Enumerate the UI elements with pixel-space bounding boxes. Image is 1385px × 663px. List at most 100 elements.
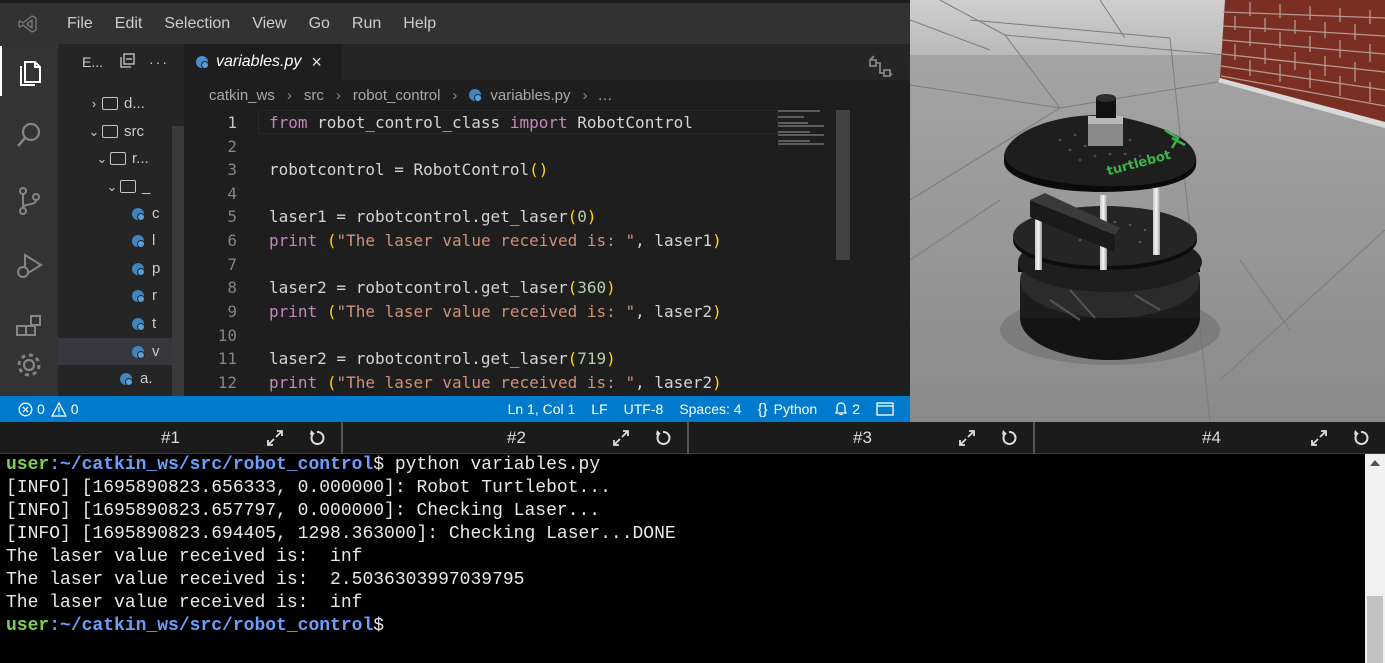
tree-label: c	[152, 205, 160, 222]
problems-indicator[interactable]: 0 0	[18, 401, 79, 417]
activity-bar	[0, 44, 58, 396]
bracket: )	[712, 301, 722, 321]
collapse-all-icon[interactable]	[119, 52, 135, 72]
indentation[interactable]: Spaces: 4	[679, 401, 741, 417]
line-number: 12	[217, 372, 237, 392]
maximize-icon[interactable]	[611, 428, 631, 453]
menu-selection[interactable]: Selection	[153, 4, 241, 44]
code-line-12: 12 print ("The laser value received is: …	[184, 370, 844, 394]
tree-folder-underscore[interactable]: ⌄ _	[58, 173, 184, 200]
python-file-icon	[120, 372, 133, 386]
line-number: 5	[227, 206, 237, 226]
keyword: print	[269, 301, 318, 321]
explorer-icon[interactable]	[0, 46, 58, 96]
terminal-line: The laser value received is: 2.503630399…	[6, 570, 525, 590]
menu-go[interactable]: Go	[298, 4, 341, 44]
menu-help[interactable]: Help	[392, 4, 447, 44]
search-icon[interactable]	[0, 110, 58, 160]
reload-icon[interactable]	[999, 428, 1019, 453]
code-line-3: 3 robotcontrol = RobotControl()	[184, 157, 844, 181]
language-label: Python	[773, 401, 818, 417]
folder-icon	[102, 97, 118, 110]
reload-icon[interactable]	[653, 428, 673, 453]
status-bar: 0 0 Ln 1, Col 1 LF UTF-8 Spaces: 4 {} Py…	[0, 396, 910, 422]
source-control-icon[interactable]	[0, 176, 58, 226]
reload-icon[interactable]	[1351, 428, 1371, 453]
minimap[interactable]	[778, 110, 838, 160]
tree-folder-src[interactable]: ⌄ src	[58, 118, 184, 145]
layout-icon[interactable]	[876, 402, 894, 416]
explorer-scrollbar[interactable]	[172, 126, 184, 396]
chevron-right-icon: ›	[91, 96, 97, 111]
terminal-scroll-thumb[interactable]	[1367, 596, 1383, 663]
encoding[interactable]: UTF-8	[624, 401, 664, 417]
cursor-position[interactable]: Ln 1, Col 1	[508, 401, 576, 417]
tree-file-a[interactable]: a.	[58, 365, 184, 392]
tree-file-t[interactable]: t	[58, 310, 184, 337]
terminal-tab-3[interactable]: #3	[692, 422, 1035, 454]
prompt-path: :~/catkin_ws/src/robot_control	[49, 616, 374, 636]
run-debug-icon[interactable]	[0, 240, 58, 290]
maximize-icon[interactable]	[957, 428, 977, 453]
scroll-up-icon[interactable]	[1370, 460, 1380, 466]
bracket: (	[326, 301, 337, 321]
code-line-1: 1 from robot_control_class import RobotC…	[184, 110, 844, 134]
tree-file-c[interactable]: c	[58, 200, 184, 227]
tree-file-l[interactable]: l	[58, 227, 184, 254]
editor-scrollbar[interactable]	[836, 110, 850, 260]
code-editor[interactable]: 1 from robot_control_class import RobotC…	[184, 110, 910, 396]
breadcrumb-variables-py[interactable]: variables.py	[490, 87, 570, 104]
breadcrumb-src[interactable]: src	[304, 87, 324, 104]
folder-icon	[102, 125, 118, 138]
terminal-line: [INFO] [1695890823.656333, 0.000000]: Ro…	[6, 478, 611, 498]
tree-folder-r[interactable]: ⌄ r...	[58, 145, 184, 172]
warning-count: 0	[70, 401, 79, 417]
notifications[interactable]: 2	[833, 401, 860, 417]
bracket: )	[712, 230, 722, 250]
tree-label: r	[152, 287, 157, 304]
tree-label: d...	[124, 95, 145, 112]
terminal-tab-4[interactable]: #4	[1038, 422, 1385, 454]
warning-icon	[50, 401, 67, 417]
tree-file-p[interactable]: p	[58, 255, 184, 282]
tab-variables-py[interactable]: variables.py ×	[184, 44, 342, 80]
breadcrumb-robot-control[interactable]: robot_control	[353, 87, 441, 104]
tree-file-variables[interactable]: v	[58, 338, 184, 365]
maximize-icon[interactable]	[1309, 428, 1329, 453]
terminal-tab-2[interactable]: #2	[346, 422, 689, 454]
keyword: print	[269, 372, 318, 392]
terminal-tab-1[interactable]: #1	[0, 422, 343, 454]
tab-label: #1	[161, 428, 180, 447]
terminal-output[interactable]: user:~/catkin_ws/src/robot_control$ pyth…	[0, 454, 1365, 663]
app-logo-icon	[0, 4, 56, 44]
tree-label: l	[152, 232, 156, 249]
line-number: 9	[227, 301, 237, 321]
tree-folder-d[interactable]: › d...	[58, 90, 184, 117]
code-line-6: 6 print ("The laser value received is: "…	[184, 228, 844, 252]
more-actions-icon[interactable]: ···	[149, 54, 169, 70]
tree-label: p	[152, 260, 161, 277]
close-icon[interactable]: ×	[311, 52, 322, 73]
number: 360	[577, 277, 607, 297]
code-text: laser2 = robotcontrol.get_laser(719)	[269, 349, 616, 368]
menu-edit[interactable]: Edit	[104, 4, 154, 44]
tree-file-r[interactable]: r	[58, 282, 184, 309]
menu-file[interactable]: File	[56, 4, 104, 44]
gazebo-3d-view[interactable]: turtlebot	[910, 0, 1385, 422]
breadcrumb-catkin-ws[interactable]: catkin_ws	[209, 87, 275, 104]
menu-run[interactable]: Run	[341, 4, 392, 44]
reload-icon[interactable]	[307, 428, 327, 453]
settings-gear-icon[interactable]	[0, 340, 58, 390]
number: 719	[577, 348, 607, 368]
maximize-icon[interactable]	[265, 428, 285, 453]
end-of-line[interactable]: LF	[591, 401, 607, 417]
code-text: from robot_control_class import RobotCon…	[269, 113, 693, 132]
python-file-icon	[132, 289, 145, 303]
language-mode[interactable]: {} Python	[758, 401, 818, 418]
python-file-icon	[132, 345, 145, 359]
menu-view[interactable]: View	[241, 4, 297, 44]
terminal-command-line: user:~/catkin_ws/src/robot_control$ pyth…	[6, 454, 600, 477]
breadcrumb-ellipsis[interactable]: …	[597, 87, 612, 104]
code-text: laser2 = robotcontrol.get_laser(360)	[269, 278, 616, 297]
